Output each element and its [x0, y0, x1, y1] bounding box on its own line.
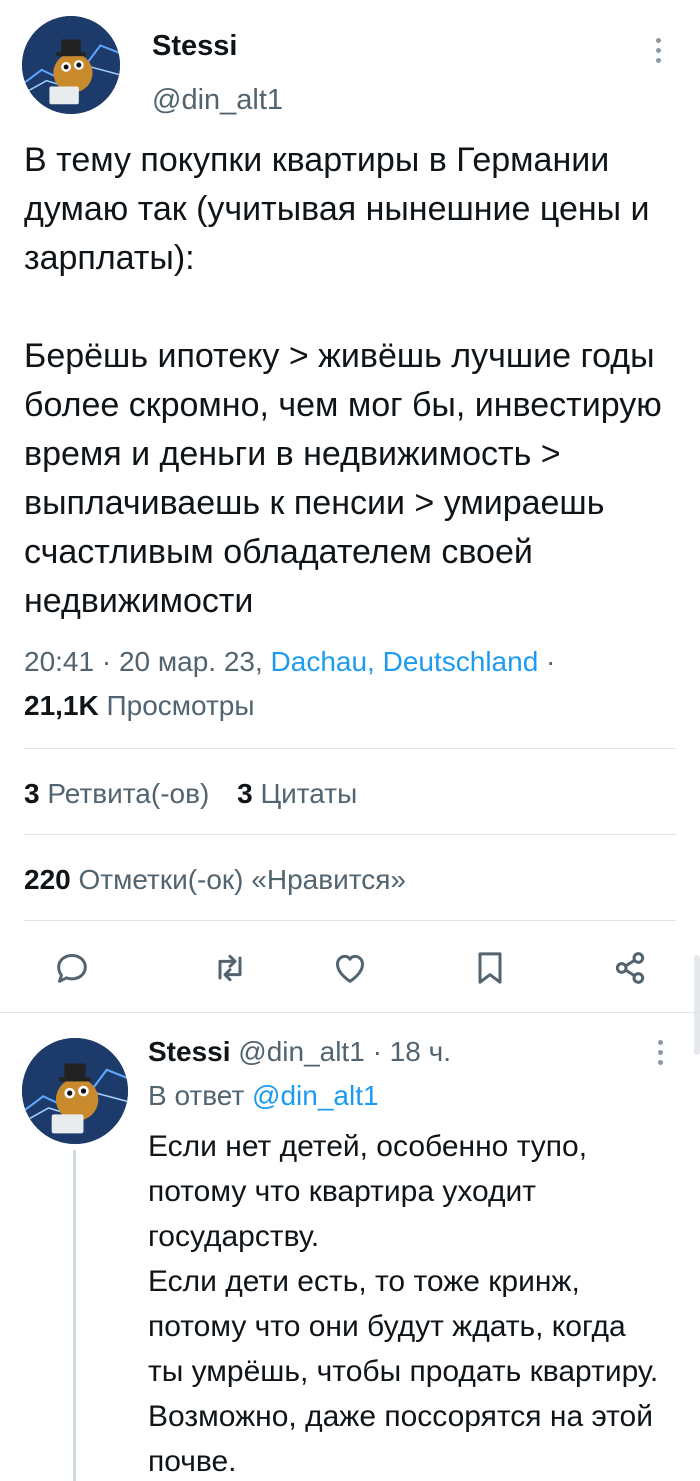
share-icon [615, 952, 645, 984]
meta-separator: · [538, 646, 556, 677]
author-name[interactable]: Stessi [152, 30, 237, 63]
share-button[interactable] [608, 940, 652, 996]
tweet-timestamp[interactable]: 20:41 · 20 мар. 23, [24, 646, 263, 677]
avatar-image [22, 16, 120, 114]
bookmark-icon [478, 952, 502, 984]
thread-line [73, 1150, 76, 1481]
quotes-count: 3 [237, 778, 253, 809]
more-options-icon[interactable] [654, 38, 662, 63]
avatar-image [22, 1038, 128, 1144]
reply-author-avatar[interactable] [22, 1038, 128, 1144]
tweet-location[interactable]: Dachau, Deutschland [271, 646, 539, 677]
divider [24, 834, 676, 835]
like-button[interactable] [328, 940, 372, 996]
retweets-label: Ретвита(-ов) [47, 778, 210, 809]
reply-header: Stessi @din_alt1 · 18 ч. [148, 1036, 451, 1068]
reply-button[interactable] [50, 940, 94, 996]
quotes-stat[interactable]: 3 Цитаты [237, 778, 357, 809]
tweet-separator [0, 1012, 700, 1013]
bookmark-button[interactable] [468, 940, 512, 996]
views-label: Просмотры [106, 690, 255, 721]
reply-to-mention[interactable]: @din_alt1 [252, 1080, 379, 1111]
retweet-button[interactable] [208, 940, 252, 996]
views-number: 21,1K [24, 690, 99, 721]
retweets-stat[interactable]: 3 Ретвита(-ов) [24, 778, 217, 809]
retweet-icon [218, 954, 242, 982]
tweet-text: В тему покупки квартиры в Германии думаю… [24, 141, 662, 620]
engagement-row: 3 Ретвита(-ов) 3 Цитаты [24, 778, 377, 810]
reply-icon [57, 954, 87, 983]
likes-label: Отметки(-ок) «Нравится» [78, 864, 406, 895]
reply-author-name[interactable]: Stessi [148, 1036, 231, 1067]
views-count[interactable]: 21,1K Просмотры [24, 690, 255, 722]
likes-stat[interactable]: 220 Отметки(-ок) «Нравится» [24, 864, 406, 895]
scrollbar[interactable] [694, 955, 700, 1055]
author-avatar[interactable] [22, 16, 120, 114]
divider [24, 920, 676, 921]
main-tweet: Stessi @din_alt1 В тему покупки квартиры… [0, 0, 700, 1010]
reply-time[interactable]: · 18 ч. [373, 1036, 451, 1067]
quotes-label: Цитаты [260, 778, 358, 809]
retweets-count: 3 [24, 778, 40, 809]
reply-to-line: В ответ @din_alt1 [148, 1080, 379, 1112]
likes-count: 220 [24, 864, 71, 895]
divider [24, 748, 676, 749]
more-options-icon[interactable] [656, 1040, 664, 1065]
like-icon [336, 954, 364, 983]
tweet-meta: 20:41 · 20 мар. 23, Dachau, Deutschland … [24, 646, 555, 678]
reply-text: Если нет детей, особенно тупо, потому чт… [148, 1130, 659, 1478]
author-handle[interactable]: @din_alt1 [152, 84, 283, 117]
action-bar [0, 940, 700, 996]
reply-to-label: В ответ [148, 1080, 245, 1111]
reply-author-handle[interactable]: @din_alt1 [238, 1036, 365, 1067]
likes-row: 220 Отметки(-ок) «Нравится» [24, 864, 426, 896]
